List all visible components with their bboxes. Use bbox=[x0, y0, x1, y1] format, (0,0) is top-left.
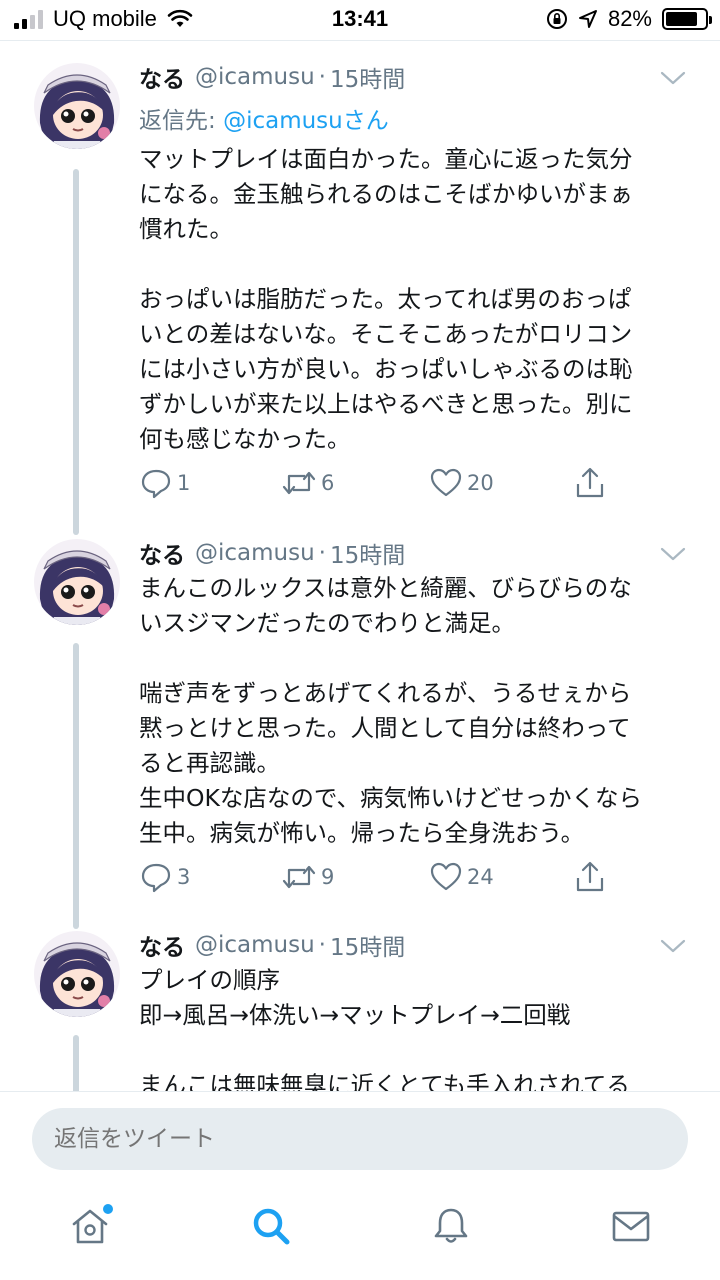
status-bar: UQ mobile 13:41 82% bbox=[0, 0, 720, 40]
tab-messages[interactable] bbox=[606, 1201, 656, 1251]
avatar[interactable] bbox=[34, 539, 120, 625]
avatar-image bbox=[34, 931, 120, 1017]
tweet-actions: 3 9 24 bbox=[139, 857, 619, 897]
display-name[interactable]: なる bbox=[139, 60, 185, 94]
status-right: 82% bbox=[546, 6, 712, 32]
heart-icon bbox=[430, 862, 462, 891]
battery-icon bbox=[662, 8, 712, 30]
retweet-count: 9 bbox=[321, 865, 335, 889]
tweet-actions: 1 6 20 bbox=[139, 463, 619, 503]
tweet[interactable]: なる @icamusu · 15時間 まんこのルックスは意外と綺麗、びらびらのな… bbox=[0, 515, 720, 929]
tab-notifications[interactable] bbox=[426, 1201, 476, 1251]
avatar-image bbox=[34, 539, 120, 625]
user-handle[interactable]: @icamusu bbox=[195, 540, 315, 566]
user-handle[interactable]: @icamusu bbox=[195, 932, 315, 958]
reply-input[interactable] bbox=[32, 1108, 688, 1170]
avatar[interactable] bbox=[34, 63, 120, 149]
reply-button[interactable]: 3 bbox=[139, 857, 190, 897]
notifications-icon bbox=[434, 1208, 468, 1243]
display-name[interactable]: なる bbox=[139, 536, 185, 570]
tweet-time[interactable]: 15時間 bbox=[330, 536, 405, 570]
user-handle[interactable]: @icamusu bbox=[195, 64, 315, 90]
reply-to-prefix: 返信先: bbox=[139, 108, 224, 134]
tab-search[interactable] bbox=[246, 1201, 296, 1251]
tweet-text: まんこのルックスは意外と綺麗、びらびらのな いスジマンだったのでわりと満足。 喘… bbox=[139, 574, 642, 847]
retweet-button[interactable]: 6 bbox=[281, 463, 334, 503]
retweet-icon bbox=[282, 471, 316, 495]
tweet[interactable]: なる @icamusu · 15時間 プレイの順序 即→風呂→体洗い→マットプレ… bbox=[0, 909, 720, 1091]
reply-icon bbox=[141, 863, 171, 893]
like-count: 24 bbox=[467, 865, 494, 889]
messages-icon bbox=[612, 1211, 650, 1242]
tweet-time[interactable]: 15時間 bbox=[330, 60, 405, 94]
thread-line bbox=[73, 169, 79, 535]
tweet-header: なる @icamusu · 15時間 bbox=[139, 929, 690, 961]
separator: · bbox=[318, 64, 326, 90]
battery-percent: 82% bbox=[607, 6, 652, 31]
reply-button[interactable]: 1 bbox=[139, 463, 190, 503]
tab-bar bbox=[0, 1187, 720, 1280]
orientation-lock-icon bbox=[546, 9, 567, 29]
chevron-down-icon[interactable] bbox=[656, 537, 690, 569]
separator: · bbox=[318, 932, 326, 958]
chevron-down-icon[interactable] bbox=[656, 61, 690, 93]
chevron-down-icon[interactable] bbox=[656, 929, 690, 961]
retweet-icon bbox=[282, 865, 316, 889]
tweet-header: なる @icamusu · 15時間 bbox=[139, 61, 690, 93]
thread-line bbox=[73, 1035, 79, 1091]
tweet-thread[interactable]: なる @icamusu · 15時間 返信先: @icamusuさん マットプレ… bbox=[0, 41, 720, 1091]
heart-icon bbox=[430, 468, 462, 497]
retweet-count: 6 bbox=[321, 471, 335, 495]
like-button[interactable]: 20 bbox=[429, 463, 494, 503]
share-icon bbox=[576, 861, 604, 892]
tweet[interactable]: なる @icamusu · 15時間 返信先: @icamusuさん マットプレ… bbox=[0, 41, 720, 535]
tweet-text: プレイの順序 即→風呂→体洗い→マットプレイ→二回戦 まんこは無味無臭に近くとて… bbox=[139, 966, 630, 1091]
like-count: 20 bbox=[467, 471, 494, 495]
reply-count: 1 bbox=[177, 471, 191, 495]
share-button[interactable] bbox=[573, 857, 607, 897]
tweet-time[interactable]: 15時間 bbox=[330, 928, 405, 962]
reply-count: 3 bbox=[177, 865, 191, 889]
tweet-text: マットプレイは面白かった。童心に返った気分 になる。金玉触られるのはこそばかゆい… bbox=[139, 145, 633, 453]
reply-bar bbox=[0, 1091, 720, 1187]
avatar[interactable] bbox=[34, 931, 120, 1017]
battery-fill bbox=[666, 12, 698, 26]
new-content-dot bbox=[103, 1204, 113, 1214]
tweet-header: なる @icamusu · 15時間 bbox=[139, 537, 690, 569]
location-icon bbox=[578, 10, 597, 28]
like-button[interactable]: 24 bbox=[429, 857, 494, 897]
share-button[interactable] bbox=[573, 463, 607, 503]
retweet-button[interactable]: 9 bbox=[281, 857, 334, 897]
reply-to-link[interactable]: @icamusuさん bbox=[223, 108, 389, 134]
separator: · bbox=[318, 540, 326, 566]
search-icon bbox=[253, 1208, 290, 1245]
tab-home[interactable] bbox=[65, 1201, 115, 1251]
avatar-image bbox=[34, 63, 120, 149]
reply-icon bbox=[141, 469, 171, 499]
thread-line bbox=[73, 643, 79, 929]
reply-to: 返信先: @icamusuさん bbox=[139, 101, 389, 135]
share-icon bbox=[576, 467, 604, 498]
display-name[interactable]: なる bbox=[139, 928, 185, 962]
